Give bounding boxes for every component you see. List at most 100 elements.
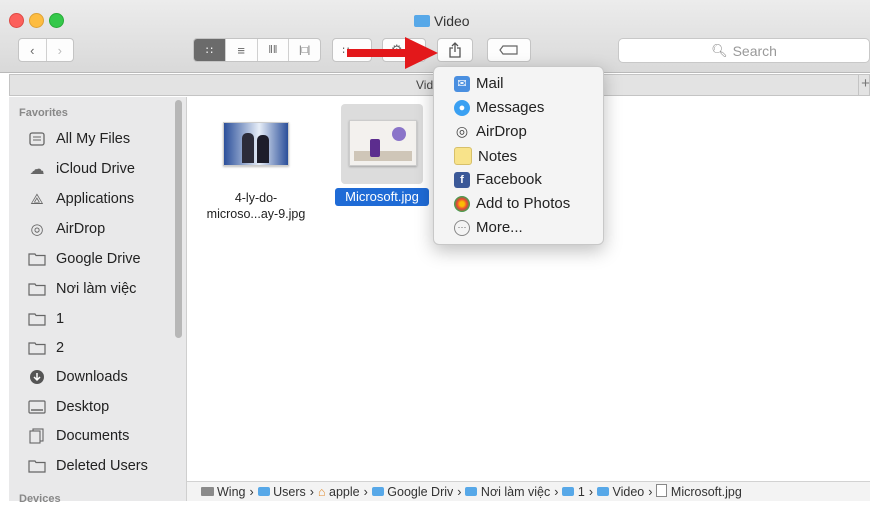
sidebar-item-1[interactable]: 1 <box>27 311 64 327</box>
tab-label[interactable]: Vid <box>416 78 433 92</box>
sidebar-item-airdrop[interactable]: ◎ AirDrop <box>27 221 106 238</box>
close-window-button[interactable] <box>9 13 24 28</box>
sidebar-scrollbar[interactable] <box>175 100 182 338</box>
notes-icon <box>454 147 472 165</box>
airdrop-icon: ◎ <box>455 123 469 139</box>
sidebar-item-applications[interactable]: ⟁ Applications <box>27 190 135 208</box>
path-segment-users[interactable]: Users <box>257 485 306 499</box>
share-icon <box>449 42 461 58</box>
file-item[interactable]: 4-ly-do- microso...ay-9.jpg <box>196 112 316 232</box>
share-menu: ✉ Mail ● Messages ◎ AirDrop Notes f Face… <box>433 66 604 245</box>
share-menu-label: More... <box>476 219 523 236</box>
sidebar-item-label: iCloud Drive <box>56 161 135 177</box>
sidebar-item-label: All My Files <box>56 131 131 147</box>
applications-icon: ⟁ <box>30 190 44 208</box>
desktop-icon <box>27 399 47 415</box>
path-segment-video[interactable]: Video <box>597 485 644 499</box>
list-icon: ≡ <box>237 42 245 58</box>
sidebar-item-label: Applications <box>56 191 135 207</box>
share-button[interactable] <box>437 38 473 62</box>
folder-icon <box>371 486 384 496</box>
sidebar-item-documents[interactable]: Documents <box>27 428 129 444</box>
folder-icon <box>414 15 430 27</box>
back-button[interactable]: ‹ <box>19 39 47 61</box>
columns-icon: ‖‖ <box>268 44 278 56</box>
sidebar-item-all-my-files[interactable]: All My Files <box>27 131 130 147</box>
photos-icon <box>454 195 470 212</box>
share-menu-label: Notes <box>478 147 518 165</box>
path-segment-apple[interactable]: ⌂ apple <box>318 485 360 499</box>
tag-icon <box>499 45 518 55</box>
share-menu-item-facebook[interactable]: f Facebook <box>454 171 542 188</box>
tags-button[interactable] <box>487 38 531 62</box>
cloud-icon: ☁︎ <box>29 161 45 178</box>
sidebar-item-2[interactable]: 2 <box>27 340 64 356</box>
share-menu-label: Facebook <box>476 171 542 188</box>
sidebar-item-label: Documents <box>56 428 130 444</box>
share-menu-label: AirDrop <box>476 123 527 140</box>
cover-flow-button[interactable]: |□| <box>289 39 320 61</box>
forward-button[interactable]: › <box>47 39 74 61</box>
chevron-left-icon: ‹ <box>30 42 35 58</box>
sidebar-item-label: Desktop <box>56 399 110 415</box>
column-view-button[interactable]: ‖‖ <box>258 39 290 61</box>
sidebar-item-label: Google Drive <box>56 251 141 267</box>
share-menu-item-mail[interactable]: ✉ Mail <box>454 75 504 92</box>
folder-icon <box>257 486 270 496</box>
path-separator-icon: › <box>554 484 559 499</box>
folder-icon <box>27 340 47 356</box>
sidebar-item-downloads[interactable]: Downloads <box>27 369 128 385</box>
sidebar-item-icloud-drive[interactable]: ☁︎ iCloud Drive <box>27 161 135 178</box>
sidebar-item-label: Deleted Users <box>56 458 148 474</box>
share-menu-item-add-to-photos[interactable]: Add to Photos <box>454 195 570 212</box>
search-field[interactable]: 🔍︎ Search <box>618 38 870 63</box>
path-segment-1[interactable]: 1 <box>562 485 585 499</box>
sidebar-item-label: 2 <box>56 340 65 356</box>
back-forward-buttons: ‹ › <box>18 38 74 62</box>
folder-icon <box>465 486 478 496</box>
search-icon: 🔍︎ <box>711 42 728 58</box>
messages-icon: ● <box>454 99 470 116</box>
folder-icon <box>597 486 610 496</box>
share-menu-item-messages[interactable]: ● Messages <box>454 99 544 116</box>
file-name-line2: microso...ay-9.jpg <box>206 207 306 221</box>
zoom-window-button[interactable] <box>49 13 64 28</box>
sidebar-heading-devices: Devices <box>19 493 61 505</box>
file-item-selected[interactable]: Microsoft.jpg <box>334 104 430 214</box>
sidebar-item-desktop[interactable]: Desktop <box>27 399 109 415</box>
file-thumbnail <box>223 122 289 166</box>
image-file-icon <box>656 484 668 497</box>
sidebar-item-google-drive[interactable]: Google Drive <box>27 251 141 267</box>
search-placeholder: Search <box>732 42 777 59</box>
red-arrow-annotation <box>347 37 438 69</box>
path-segment-google-drive[interactable]: Google Drive <box>371 485 453 499</box>
path-segment-microsoft-jpg[interactable]: Microsoft.jpg <box>656 484 742 499</box>
file-name-selected: Microsoft.jpg <box>335 188 429 206</box>
sidebar-item-label: AirDrop <box>56 221 106 237</box>
icon-view-button[interactable]: ∷ <box>194 39 226 61</box>
sidebar-item-label: 1 <box>56 311 65 327</box>
path-separator-icon: › <box>457 484 462 499</box>
path-separator-icon: › <box>588 484 594 499</box>
sidebar-item-deleted-users[interactable]: Deleted Users <box>27 458 148 474</box>
sidebar-item-label: Downloads <box>56 369 128 385</box>
share-menu-item-airdrop[interactable]: ◎ AirDrop <box>454 123 527 140</box>
share-menu-label: Mail <box>476 75 504 92</box>
path-bar: Wing › Users › ⌂ apple › Google Drive › … <box>187 481 870 501</box>
folder-icon <box>27 281 47 297</box>
path-segment-noi-lam-viec[interactable]: Nơi làm việc <box>465 485 550 499</box>
minimize-window-button[interactable] <box>29 13 44 28</box>
path-segment-wing[interactable]: Wing <box>201 485 245 499</box>
sidebar-item-noi-lam-viec[interactable]: Nơi làm việc <box>27 281 136 297</box>
path-separator-icon: › <box>363 484 368 499</box>
share-menu-item-notes[interactable]: Notes <box>454 147 517 165</box>
view-mode-control: ∷ ≡ ‖‖ |□| <box>193 38 321 62</box>
share-menu-item-more[interactable]: ⋯ More... <box>454 219 523 236</box>
grid-icon: ∷ <box>205 44 213 57</box>
add-tab-button[interactable]: + <box>858 75 870 95</box>
list-view-button[interactable]: ≡ <box>226 39 258 61</box>
folder-icon <box>27 458 47 474</box>
sidebar-item-label: Nơi làm việc <box>56 281 137 297</box>
cover-flow-icon: |□| <box>299 44 311 56</box>
documents-icon <box>27 428 47 444</box>
